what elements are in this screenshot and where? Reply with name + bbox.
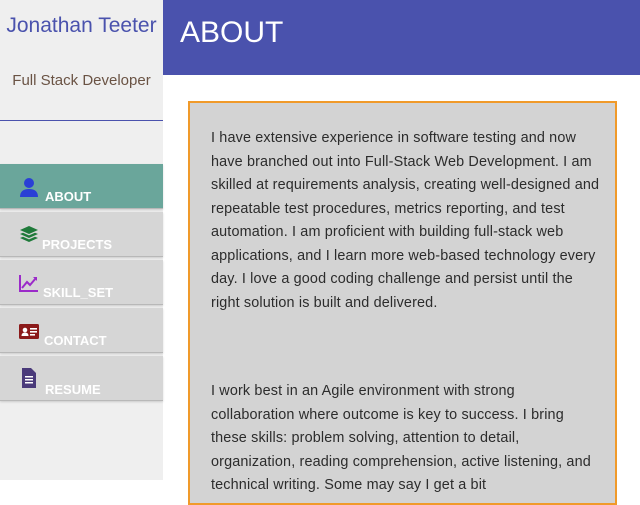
sidebar-item-label: RESUME <box>45 382 101 397</box>
sidebar-item-label: ABOUT <box>45 189 92 204</box>
page-header: ABOUT <box>163 0 640 75</box>
id-card-icon <box>19 324 39 339</box>
profile-title: Full Stack Developer <box>12 72 151 89</box>
sidebar-item-resume[interactable]: RESUME <box>0 356 163 401</box>
sidebar-item-about[interactable]: ABOUT <box>0 164 163 209</box>
about-card: I have extensive experience in software … <box>188 101 617 505</box>
sidebar-item-contact[interactable]: CONTACT <box>0 308 163 353</box>
layers-icon <box>20 226 38 242</box>
sidebar: Jonathan Teeter Full Stack Developer ABO… <box>0 0 163 480</box>
sidebar-item-projects[interactable]: PROJECTS <box>0 212 163 257</box>
sidebar-item-label: PROJECTS <box>42 237 113 252</box>
sidebar-nav: ABOUT PROJECTS SKILL_SET CONTACT RESUME <box>0 164 163 404</box>
document-icon <box>22 368 36 388</box>
profile-name: Jonathan Teeter <box>6 14 157 37</box>
sidebar-divider <box>0 120 163 121</box>
sidebar-item-skill-set[interactable]: SKILL_SET <box>0 260 163 305</box>
about-paragraph: I have extensive experience in software … <box>211 130 600 311</box>
sidebar-item-label: SKILL_SET <box>43 285 114 300</box>
page-title: ABOUT <box>180 16 284 49</box>
chart-line-icon <box>19 275 38 292</box>
user-icon <box>20 178 38 197</box>
sidebar-item-label: CONTACT <box>44 333 107 348</box>
